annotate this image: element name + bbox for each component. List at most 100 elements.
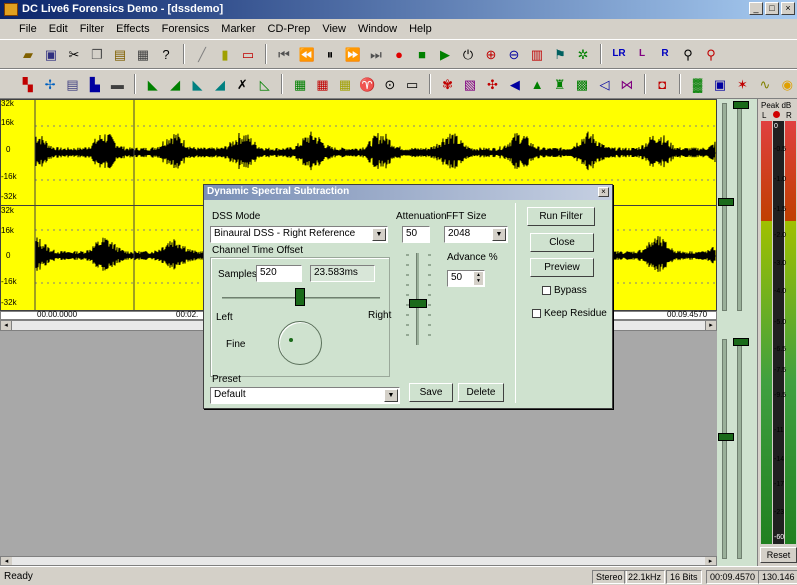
open-icon[interactable]: ▰: [18, 44, 38, 64]
pencil-icon[interactable]: ╱: [192, 44, 212, 64]
effect-icon[interactable]: ♜: [550, 74, 569, 94]
settings-icon[interactable]: ✲: [573, 44, 593, 64]
bottom-scrollbar[interactable]: ◂ ▸: [0, 556, 717, 566]
dialog-close-icon[interactable]: ×: [598, 187, 609, 197]
menu-help[interactable]: Help: [408, 23, 433, 35]
left-channel-icon[interactable]: L: [632, 44, 652, 64]
effect-icon[interactable]: ⊙: [380, 74, 399, 94]
effect-icon[interactable]: ∿: [755, 74, 774, 94]
pause-icon[interactable]: ⏸: [320, 44, 340, 64]
effect-icon[interactable]: ✾: [438, 74, 457, 94]
print-icon[interactable]: ▦: [133, 44, 153, 64]
fader-thumb[interactable]: [718, 433, 734, 441]
skip-end-icon[interactable]: ⏭: [366, 44, 386, 64]
scroll-left-icon[interactable]: ◂: [1, 321, 12, 330]
attenuation-slider-thumb[interactable]: [409, 299, 427, 308]
zoom-fit-icon[interactable]: ⚲: [701, 44, 721, 64]
attenuation-input[interactable]: 50: [402, 226, 430, 243]
spectrum-icon[interactable]: ▥: [527, 44, 547, 64]
clip-indicator-icon[interactable]: [773, 111, 780, 118]
preset-select[interactable]: Default ▼: [210, 387, 400, 404]
fast-forward-icon[interactable]: ⏩: [343, 44, 363, 64]
loop-icon[interactable]: ⏻: [458, 44, 478, 64]
menu-edit[interactable]: Edit: [48, 23, 69, 35]
effect-icon[interactable]: ◢: [165, 74, 184, 94]
effect-icon[interactable]: ◀: [505, 74, 524, 94]
effect-icon[interactable]: ▭: [403, 74, 422, 94]
right-channel-icon[interactable]: R: [655, 44, 675, 64]
cut-icon[interactable]: ✂: [64, 44, 84, 64]
chevron-down-icon[interactable]: ▼: [384, 389, 398, 402]
play-icon[interactable]: ▶: [435, 44, 455, 64]
effect-icon[interactable]: ◉: [778, 74, 797, 94]
effect-icon[interactable]: ▲: [528, 74, 547, 94]
app-icon[interactable]: [4, 3, 18, 16]
fine-knob[interactable]: [278, 321, 322, 365]
save-preset-button[interactable]: Save: [409, 383, 453, 402]
help-icon[interactable]: ?: [156, 44, 176, 64]
zoom-icon[interactable]: ⚲: [678, 44, 698, 64]
fader-thumb[interactable]: [718, 198, 734, 206]
effect-icon[interactable]: ▚: [18, 74, 37, 94]
effect-icon[interactable]: ◢: [210, 74, 229, 94]
effect-icon[interactable]: ⋈: [617, 74, 636, 94]
effect-icon[interactable]: ✶: [733, 74, 752, 94]
lr-channel-icon[interactable]: LR: [609, 44, 629, 64]
close-dialog-button[interactable]: Close: [530, 233, 594, 252]
monitor-icon[interactable]: ▭: [238, 44, 258, 64]
filter-icon[interactable]: ⚑: [550, 44, 570, 64]
preview-button[interactable]: Preview: [530, 258, 594, 277]
fft-size-select[interactable]: 2048 ▼: [444, 226, 508, 243]
zoom-in-icon[interactable]: ⊕: [481, 44, 501, 64]
menu-window[interactable]: Window: [357, 23, 398, 35]
effect-icon[interactable]: ✗: [233, 74, 252, 94]
reset-button[interactable]: Reset: [760, 547, 797, 563]
scroll-right-icon[interactable]: ▸: [705, 321, 716, 330]
effect-icon[interactable]: ▙: [85, 74, 104, 94]
chevron-down-icon[interactable]: ▼: [372, 228, 386, 241]
menu-filter[interactable]: Filter: [79, 23, 105, 35]
effect-icon[interactable]: ◘: [653, 74, 672, 94]
effect-icon[interactable]: ▩: [572, 74, 591, 94]
menu-effects[interactable]: Effects: [115, 23, 150, 35]
dss-mode-select[interactable]: Binaural DSS - Right Reference ▼: [210, 226, 388, 243]
menu-marker[interactable]: Marker: [220, 23, 256, 35]
bypass-checkbox[interactable]: [542, 286, 551, 295]
scroll-right-icon[interactable]: ▸: [705, 557, 716, 565]
fader-thumb[interactable]: [733, 101, 749, 109]
effect-icon[interactable]: ▦: [335, 74, 354, 94]
effect-icon[interactable]: ♈: [358, 74, 377, 94]
close-button[interactable]: ×: [781, 2, 795, 15]
minimize-button[interactable]: _: [749, 2, 763, 15]
menu-cd-prep[interactable]: CD-Prep: [267, 23, 312, 35]
marker-icon[interactable]: ▮: [215, 44, 235, 64]
rewind-icon[interactable]: ⏪: [297, 44, 317, 64]
effect-icon[interactable]: ▦: [290, 74, 309, 94]
effect-icon[interactable]: ▤: [63, 74, 82, 94]
menu-file[interactable]: File: [18, 23, 38, 35]
paste-icon[interactable]: ▤: [110, 44, 130, 64]
effect-icon[interactable]: ▬: [108, 74, 127, 94]
menu-view[interactable]: View: [321, 23, 347, 35]
effect-icon[interactable]: ◁: [595, 74, 614, 94]
keep-residue-checkbox[interactable]: [532, 309, 541, 318]
effect-icon[interactable]: ✢: [40, 74, 59, 94]
run-filter-button[interactable]: Run Filter: [527, 207, 595, 226]
effect-icon[interactable]: ▣: [710, 74, 729, 94]
delete-preset-button[interactable]: Delete: [458, 383, 504, 402]
effect-icon[interactable]: ◣: [143, 74, 162, 94]
maximize-button[interactable]: □: [765, 2, 779, 15]
rewind-start-icon[interactable]: ⏮: [274, 44, 294, 64]
fader-thumb[interactable]: [733, 338, 749, 346]
effect-icon[interactable]: ◺: [255, 74, 274, 94]
effect-icon[interactable]: ▓: [688, 74, 707, 94]
samples-input[interactable]: 520: [256, 265, 302, 282]
chevron-down-icon[interactable]: ▼: [492, 228, 506, 241]
stop-icon[interactable]: ■: [412, 44, 432, 64]
save-icon[interactable]: ▣: [41, 44, 61, 64]
zoom-out-icon[interactable]: ⊖: [504, 44, 524, 64]
scroll-left-icon[interactable]: ◂: [1, 557, 12, 565]
copy-icon[interactable]: ❐: [87, 44, 107, 64]
effect-icon[interactable]: ✣: [483, 74, 502, 94]
record-icon[interactable]: ●: [389, 44, 409, 64]
